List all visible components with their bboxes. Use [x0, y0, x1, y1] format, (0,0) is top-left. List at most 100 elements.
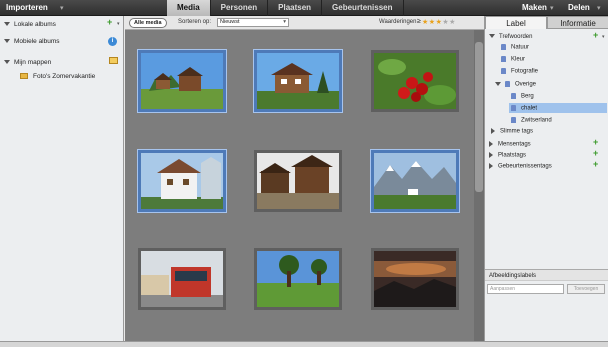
photo-thumbnail[interactable] [137, 49, 227, 113]
tag-icon [505, 81, 510, 87]
smart-tags-row[interactable]: Slimme tags [491, 128, 533, 135]
photo-thumbnail[interactable] [253, 49, 343, 113]
event-tags-row[interactable]: Gebeurtenissentags [489, 163, 552, 170]
place-tags-row[interactable]: Plaatstags [489, 152, 526, 159]
tab-media[interactable]: Media [167, 0, 211, 16]
collapse-icon[interactable] [491, 128, 495, 134]
create-dropdown-icon[interactable]: ▾ [550, 4, 554, 12]
add-people-tag-icon[interactable]: + [593, 137, 598, 147]
media-browser: Alle media Sorteren op: Nieuwst Waarderi… [125, 16, 484, 347]
people-tags-label: Mensentags [498, 141, 531, 148]
ratings-label: Waarderingen [379, 19, 417, 25]
people-tags-row[interactable]: Mensentags [489, 141, 531, 148]
scrollbar[interactable] [474, 30, 484, 347]
keywords-header[interactable]: Trefwoorden [489, 34, 532, 40]
scrollbar-thumb[interactable] [475, 42, 483, 192]
add-event-tag-icon[interactable]: + [593, 159, 598, 169]
tab-information[interactable]: Informatie [547, 16, 608, 29]
expand-icon[interactable] [495, 82, 501, 86]
tag-icon [511, 105, 516, 111]
add-place-tag-icon[interactable]: + [593, 148, 598, 158]
bus-photo [141, 251, 223, 307]
photo-thumbnail[interactable] [138, 248, 226, 310]
expand-icon[interactable] [4, 22, 10, 27]
tab-people[interactable]: Personen [211, 0, 269, 16]
sort-label: Sorteren op: [178, 19, 212, 25]
place-tags-label: Plaatstags [498, 152, 527, 159]
info-icon[interactable]: i [108, 37, 117, 46]
tab-label[interactable]: Label [485, 16, 547, 29]
create-menu[interactable]: Maken [522, 3, 547, 12]
collapse-icon[interactable] [489, 163, 493, 169]
add-label-button[interactable]: Toevoegen [567, 284, 605, 294]
photo-thumbnail[interactable] [371, 248, 459, 310]
star-icon[interactable]: ★ [422, 19, 429, 26]
rating-filter[interactable]: ★★★★★ [422, 18, 456, 26]
keyword-label: Zwitserland [521, 117, 552, 124]
sort-select[interactable]: Nieuwst [217, 18, 289, 27]
house-photo [141, 153, 223, 209]
image-labels-title: Afbeeldingslabels [489, 273, 537, 279]
share-dropdown-icon[interactable]: ▾ [597, 4, 601, 12]
right-panel: Label Informatie Trefwoorden + ▾ Natuur … [484, 16, 608, 347]
import-menu[interactable]: Importeren [6, 3, 48, 12]
local-albums-row[interactable]: Lokale albums [4, 21, 56, 28]
my-folders-row[interactable]: Mijn mappen [4, 59, 51, 66]
keyword-dropdown-icon[interactable]: ▾ [602, 34, 605, 40]
cherries-photo [374, 53, 456, 109]
chalet-photo [141, 53, 223, 109]
keyword-item[interactable]: Zwitserland [511, 117, 552, 124]
keyword-item[interactable]: Natuur [501, 44, 529, 51]
add-album-icon[interactable]: + [107, 17, 112, 27]
expand-icon[interactable] [4, 39, 10, 44]
import-dropdown-icon[interactable]: ▾ [60, 4, 64, 12]
folder-options-icon[interactable] [109, 57, 118, 64]
keyword-item[interactable]: Kleur [501, 56, 525, 63]
barns-photo [257, 153, 339, 209]
mobile-albums-label: Mobiele albums [14, 38, 60, 45]
photo-thumbnail[interactable] [371, 50, 459, 112]
photo-thumbnail[interactable] [370, 149, 460, 213]
view-tabs: Media Personen Plaatsen Gebeurtenissen [167, 0, 404, 16]
tag-icon [511, 117, 516, 123]
folder-icon [20, 73, 28, 80]
bottom-bar [0, 341, 608, 347]
mountain-photo [374, 153, 456, 209]
share-menu[interactable]: Delen [568, 3, 590, 12]
keyword-label: chalet [521, 105, 538, 112]
tab-places[interactable]: Plaatsen [268, 0, 323, 16]
photo-thumbnail[interactable] [254, 150, 342, 212]
panel-tabs: Label Informatie [485, 16, 608, 29]
keyword-item-selected[interactable]: chalet [511, 105, 537, 112]
expand-icon[interactable] [4, 60, 10, 65]
ratings-operator[interactable]: ≥ [417, 18, 421, 25]
mobile-albums-row[interactable]: Mobiele albums [4, 38, 60, 45]
keyword-item[interactable]: Berg [511, 93, 534, 100]
keyword-label: Kleur [511, 56, 526, 63]
tab-events[interactable]: Gebeurtenissen [322, 0, 404, 16]
tag-icon [501, 44, 506, 50]
tag-icon [511, 93, 516, 99]
keyword-label: Fotografie [511, 68, 539, 75]
keyword-label: Natuur [511, 44, 530, 51]
tag-icon [501, 68, 506, 74]
all-media-button[interactable]: Alle media [129, 18, 167, 28]
trees-photo [257, 251, 339, 307]
chalet-photo [257, 53, 339, 109]
star-icon[interactable]: ★ [429, 19, 436, 26]
event-tags-label: Gebeurtenissentags [498, 163, 552, 170]
photo-thumbnail[interactable] [137, 149, 227, 213]
star-empty-icon[interactable]: ★ [449, 19, 456, 26]
collapse-icon[interactable] [489, 152, 493, 158]
label-input[interactable]: Aanpassen [487, 284, 564, 294]
keyword-item[interactable]: Fotografie [501, 68, 538, 75]
collapse-icon[interactable] [489, 141, 493, 147]
album-dropdown-icon[interactable]: ▾ [117, 21, 120, 27]
tag-icon [501, 56, 506, 62]
expand-icon[interactable] [489, 34, 495, 39]
photo-thumbnail[interactable] [254, 248, 342, 310]
other-category[interactable]: Overige [495, 81, 536, 88]
add-keyword-icon[interactable]: + [593, 30, 598, 40]
folder-item[interactable]: Foto's Zomervakantie [20, 73, 95, 80]
folder-name: Foto's Zomervakantie [33, 73, 96, 80]
